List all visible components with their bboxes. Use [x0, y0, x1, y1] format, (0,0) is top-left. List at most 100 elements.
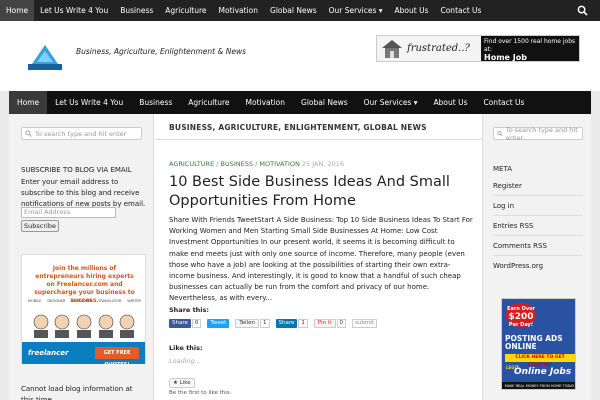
ad-left-panel: frustrated..?: [377, 36, 481, 61]
nav-about-us[interactable]: About Us: [426, 91, 476, 114]
topnav-motivation[interactable]: Motivation: [213, 0, 265, 21]
search-icon[interactable]: [577, 5, 588, 16]
blog-info-error: Cannot load blog information at this tim…: [21, 385, 133, 400]
email-address-input[interactable]: Email Address: [21, 207, 116, 218]
nav-agriculture[interactable]: Agriculture: [180, 91, 237, 114]
gplus-share-count: 1: [260, 318, 270, 328]
linkedin-share-button[interactable]: Share: [275, 318, 298, 328]
left-sidebar: To search type and hit enter SUBSCRIBE T…: [9, 114, 154, 400]
divider: [493, 255, 583, 256]
click-here-button[interactable]: CLICK HERE TO GET STARTED!: [505, 354, 575, 368]
nav-write-for-you[interactable]: Let Us Write 4 You: [47, 91, 131, 114]
search-placeholder: To search type and hit enter: [35, 129, 127, 138]
nav-home[interactable]: Home: [9, 91, 48, 114]
topnav-about-us[interactable]: About Us: [389, 0, 435, 21]
earn-badge: Earn Over $200 Per Day!: [506, 303, 536, 328]
top-navigation: Home Let Us Write 4 You Business Agricul…: [0, 0, 600, 21]
breadcrumb: BUSINESS, AGRICULTURE, ENLIGHTENMENT, GL…: [169, 123, 427, 132]
gplus-share[interactable]: Teilen 1: [235, 318, 270, 328]
share-buttons: Share 0 Tweet Teilen 1 Share 1 Pin it 0 …: [169, 318, 377, 328]
posting-ads-text: POSTING ADS ONLINE: [505, 334, 563, 351]
ad-line-1: Find over 1500 real home jobs at:: [484, 38, 576, 53]
tweet-button[interactable]: Tweet: [207, 318, 230, 328]
topnav-contact-us[interactable]: Contact Us: [434, 0, 487, 21]
category-link[interactable]: BUSINESS: [221, 160, 253, 168]
main-navigation: Home Let Us Write 4 You Business Agricul…: [9, 91, 591, 114]
role-label: MOBILE: [28, 299, 42, 303]
main-column: BUSINESS, AGRICULTURE, ENLIGHTENMENT, GL…: [155, 114, 482, 400]
role-label: TRANSLATOR: [98, 299, 122, 303]
linkedin-share[interactable]: Share 1: [275, 318, 308, 328]
stumbleupon-submit-button[interactable]: submit: [352, 318, 377, 328]
topnav-business[interactable]: Business: [114, 0, 159, 21]
role-label: DEVELOPER: [71, 299, 93, 303]
header-ad-banner[interactable]: frustrated..? Find over 1500 real home j…: [376, 35, 580, 72]
meta-entries-rss-link[interactable]: Entries RSS: [493, 222, 533, 230]
earn-amount: $200: [508, 312, 534, 322]
post-title[interactable]: 10 Best Side Business Ideas And Small Op…: [169, 173, 469, 211]
per-day-label: Per Day!: [508, 322, 534, 328]
topnav-write-for-you[interactable]: Let Us Write 4 You: [34, 0, 114, 21]
breadcrumb-bar: BUSINESS, AGRICULTURE, ENLIGHTENMENT, GL…: [155, 114, 482, 140]
meta-comments-rss-link[interactable]: Comments RSS: [493, 242, 547, 250]
nav-contact-us[interactable]: Contact Us: [475, 91, 532, 114]
get-free-quotes-button[interactable]: GET FREE QUOTES!: [95, 347, 139, 368]
subscribe-widget-title: SUBSCRIBE TO BLOG VIA EMAIL: [21, 166, 132, 174]
meta-register-link[interactable]: Register: [493, 182, 522, 190]
role-label: WRITER: [127, 299, 141, 303]
linkedin-share-count: 1: [298, 318, 308, 328]
meta-widget-title: META: [493, 165, 512, 173]
topnav-our-services[interactable]: Our Services ▾: [323, 0, 389, 21]
subscribe-button[interactable]: Subscribe: [21, 220, 59, 232]
pinterest-share-button[interactable]: Pin it: [313, 318, 336, 328]
top-bar: Home Let Us Write 4 You Business Agricul…: [0, 0, 600, 21]
topnav-global-news[interactable]: Global News: [264, 0, 323, 21]
freelancer-ad-footer: freelancer GET FREE QUOTES!: [22, 342, 145, 368]
category-link[interactable]: AGRICULTURE: [169, 160, 214, 168]
pinterest-share-count: 0: [336, 318, 347, 328]
online-jobs-ad[interactable]: Earn Over $200 Per Day! POSTING ADS ONLI…: [501, 298, 576, 390]
freelancer-logo: freelancer: [28, 349, 69, 357]
post-excerpt: Share With Friends TweetStart A Side Bus…: [169, 216, 473, 303]
ad-frustrated-text: frustrated..?: [407, 43, 470, 54]
role-label: DESIGNER: [47, 299, 66, 303]
facebook-share[interactable]: Share 0: [169, 318, 202, 328]
jobs-ad-footer: MAKE REAL MONEY FROM HOME TODAY: [502, 382, 575, 389]
nav-our-services[interactable]: Our Services ▾: [356, 91, 426, 114]
like-button[interactable]: ★ Like: [169, 378, 195, 388]
site-tagline: Business, Agriculture, Enlightenment & N…: [76, 47, 246, 56]
divider: [493, 215, 583, 216]
post-categories: AGRICULTURE / BUSINESS / MOTIVATION 25 J…: [169, 160, 345, 168]
house-icon: [382, 39, 402, 58]
site-logo[interactable]: [25, 44, 65, 72]
nav-business[interactable]: Business: [131, 91, 180, 114]
meta-login-link[interactable]: Log in: [493, 202, 514, 210]
search-placeholder: To search type and hit enter: [505, 125, 578, 142]
search-icon: [25, 130, 32, 137]
nav-global-news[interactable]: Global News: [293, 91, 356, 114]
pinterest-share[interactable]: Pin it 0: [313, 318, 347, 328]
site-header: Business, Agriculture, Enlightenment & N…: [0, 21, 600, 91]
topnav-agriculture[interactable]: Agriculture: [159, 0, 212, 21]
subscribe-widget-text: Enter your email address to subscribe to…: [21, 178, 146, 208]
left-search-input[interactable]: To search type and hit enter: [21, 127, 142, 140]
divider: [493, 195, 583, 196]
gplus-share-button[interactable]: Teilen: [235, 318, 259, 328]
ad-line-2: Home Job Group.com: [484, 53, 534, 72]
loading-text: Loading...: [169, 357, 201, 365]
freelancer-roles: MOBILE DESIGNER DEVELOPER TRANSLATOR WRI…: [28, 299, 141, 303]
divider: [493, 235, 583, 236]
right-search-input[interactable]: To search type and hit enter: [493, 125, 583, 142]
search-icon: [497, 130, 503, 137]
meta-wordpress-link[interactable]: WordPress.org: [493, 262, 543, 270]
like-title: Like this:: [169, 344, 203, 352]
topnav-home[interactable]: Home: [0, 0, 35, 21]
freelancer-faces-illustration: [33, 314, 135, 338]
ad-right-panel: Find over 1500 real home jobs at: Home J…: [481, 36, 579, 72]
content-container: To search type and hit enter SUBSCRIBE T…: [9, 114, 591, 400]
category-link[interactable]: MOTIVATION: [259, 160, 299, 168]
facebook-share-button[interactable]: Share: [169, 318, 191, 328]
nav-motivation[interactable]: Motivation: [238, 91, 294, 114]
freelancer-ad[interactable]: Join the millions of entrepreneurs hirin…: [21, 254, 146, 368]
post-date: 25 JAN, 2016: [301, 160, 345, 168]
